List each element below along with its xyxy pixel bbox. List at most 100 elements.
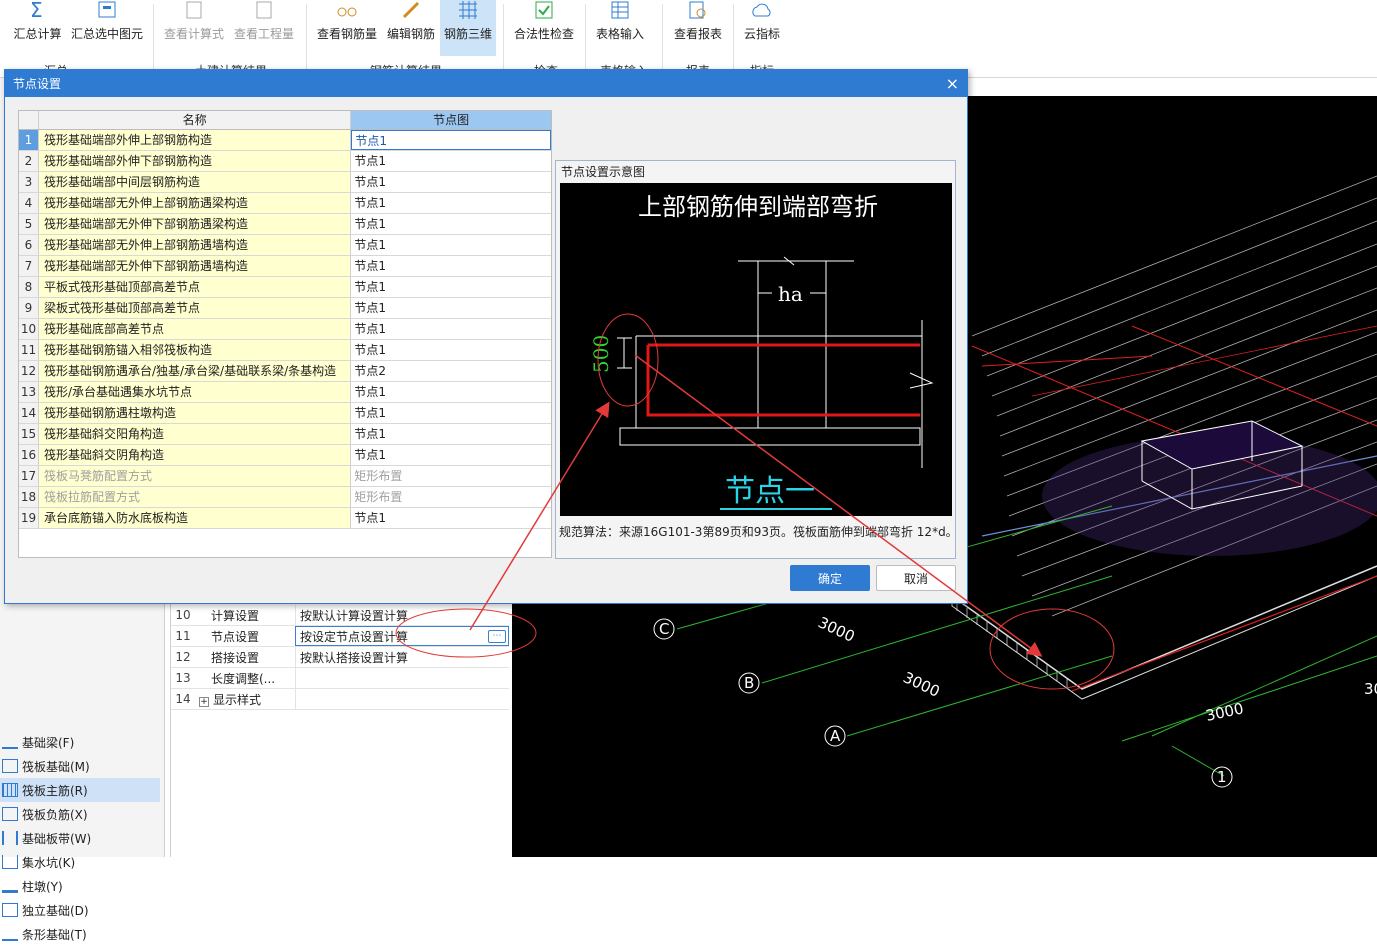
table-row[interactable]: 1 筏形基础端部外伸上部钢筋构造 节点1: [19, 130, 551, 151]
table-row[interactable]: 10 筏形基础底部高差节点 节点1: [19, 319, 551, 340]
row-node-value[interactable]: 节点1: [351, 256, 551, 276]
table-row[interactable]: 4 筏形基础端部无外伸上部钢筋遇梁构造 节点1: [19, 193, 551, 214]
negative-rebar-icon: [2, 807, 18, 821]
svg-text:A: A: [830, 727, 841, 745]
table-row[interactable]: 19 承台底筋锚入防水底板构造 节点1: [19, 508, 551, 529]
quantity-icon: [256, 1, 272, 19]
table-row[interactable]: 11 筏形基础钢筋锚入相邻筏板构造 节点1: [19, 340, 551, 361]
edit-rebar-button[interactable]: 编辑钢筋: [383, 0, 439, 56]
table-row[interactable]: 5 筏形基础端部无外伸下部钢筋遇梁构造 节点1: [19, 214, 551, 235]
row-number: 5: [19, 214, 39, 234]
table-row[interactable]: 6 筏形基础端部无外伸上部钢筋遇墙构造 节点1: [19, 235, 551, 256]
table-row[interactable]: 9 梁板式筏形基础顶部高差节点 节点1: [19, 298, 551, 319]
property-row-calc-setting[interactable]: 10 计算设置 按默认计算设置计算: [171, 605, 509, 626]
tree-item-column-pier[interactable]: 柱墩(Y): [0, 874, 160, 898]
more-options-button[interactable]: ⋯: [488, 629, 506, 643]
table-row[interactable]: 15 筏形基础斜交阳角构造 节点1: [19, 424, 551, 445]
table-row[interactable]: 12 筏形基础钢筋遇承台/独基/承台梁/基础联系梁/条基构造 节点2: [19, 361, 551, 382]
row-node-value[interactable]: 节点1: [351, 508, 551, 528]
table-header: 名称 节点图: [19, 111, 551, 130]
row-number: 3: [19, 172, 39, 192]
view-report-button[interactable]: 查看报表: [670, 0, 726, 56]
pencil-icon: [402, 1, 420, 19]
row-node-value[interactable]: 节点1: [351, 382, 551, 402]
tree-item-foundation-strip[interactable]: 基础板带(W): [0, 826, 160, 850]
row-node-value[interactable]: 节点1: [351, 130, 551, 150]
row-name: 筏形基础斜交阴角构造: [38, 445, 352, 465]
tree-item-sump-pit[interactable]: 集水坑(K): [0, 850, 160, 874]
row-node-value[interactable]: 节点1: [351, 424, 551, 444]
view-rebar-button[interactable]: 查看钢筋量: [313, 0, 381, 56]
row-number: 18: [19, 487, 39, 507]
row-name: 筏形基础端部无外伸下部钢筋遇梁构造: [38, 214, 352, 234]
cloud-index-button[interactable]: 云指标: [740, 0, 784, 56]
property-row-node-setting[interactable]: 11 节点设置 按设定节点设置计算 ⋯: [171, 626, 509, 647]
view-formula-button[interactable]: 查看计算式: [160, 0, 228, 56]
row-node-value[interactable]: 节点1: [351, 214, 551, 234]
rebar-3d-icon: [459, 1, 477, 19]
table-row[interactable]: 2 筏形基础端部外伸下部钢筋构造 节点1: [19, 151, 551, 172]
row-number: 2: [19, 151, 39, 171]
table-row[interactable]: 17 筏板马凳筋配置方式 矩形布置: [19, 466, 551, 487]
row-number: 11: [19, 340, 39, 360]
expand-icon[interactable]: +: [199, 696, 209, 707]
table-row[interactable]: 14 筏形基础钢筋遇柱墩构造 节点1: [19, 403, 551, 424]
row-node-value[interactable]: 节点1: [351, 172, 551, 192]
tree-item-isolated-foundation[interactable]: 独立基础(D): [0, 898, 160, 922]
row-node-value[interactable]: 节点1: [351, 193, 551, 213]
row-name: 筏形/承台基础遇集水坑节点: [38, 382, 352, 402]
table-row[interactable]: 8 平板式筏形基础顶部高差节点 节点1: [19, 277, 551, 298]
row-name: 承台底筋锚入防水底板构造: [38, 508, 352, 528]
table-row[interactable]: 16 筏形基础斜交阴角构造 节点1: [19, 445, 551, 466]
node-setting-value[interactable]: 按设定节点设置计算 ⋯: [295, 626, 509, 646]
row-node-value[interactable]: 节点1: [351, 445, 551, 465]
row-name: 筏形基础钢筋遇承台/独基/承台梁/基础联系梁/条基构造: [38, 361, 352, 381]
summary-calc-button[interactable]: Σ 汇总计算: [10, 0, 65, 56]
table-row[interactable]: 3 筏形基础端部中间层钢筋构造 节点1: [19, 172, 551, 193]
row-name: 平板式筏形基础顶部高差节点: [38, 277, 352, 297]
row-node-value[interactable]: 节点1: [351, 151, 551, 171]
node-diagram: 上部钢筋伸到端部弯折 ha 500 节点一: [589, 193, 934, 510]
component-tree: 基础梁(F) 筏板基础(M) 筏板主筋(R) 筏板负筋(X) 基础板带(W) 集…: [0, 730, 160, 946]
pier-icon: [2, 879, 18, 893]
summary-selected-button[interactable]: 汇总选中图元: [68, 0, 146, 56]
table-row[interactable]: 18 筏板拉筋配置方式 矩形布置: [19, 487, 551, 508]
row-node-value[interactable]: 节点2: [351, 361, 551, 381]
ok-button[interactable]: 确定: [790, 565, 870, 591]
row-name: 筏板拉筋配置方式: [38, 487, 352, 507]
tree-item-raft-foundation[interactable]: 筏板基础(M): [0, 754, 160, 778]
row-number: 9: [19, 298, 39, 318]
table-icon: [611, 1, 629, 19]
tree-item-raft-main-rebar[interactable]: 筏板主筋(R): [0, 778, 160, 802]
table-row[interactable]: 13 筏形/承台基础遇集水坑节点 节点1: [19, 382, 551, 403]
property-row-lap-setting[interactable]: 12 搭接设置 按默认搭接设置计算: [171, 647, 509, 668]
tree-item-strip-foundation[interactable]: 条形基础(T): [0, 922, 160, 946]
dialog-titlebar: 节点设置 ×: [5, 70, 967, 97]
svg-text:ha: ha: [778, 282, 803, 306]
property-row-length-adjust[interactable]: 13 长度调整(...: [171, 668, 509, 689]
svg-text:3000: 3000: [815, 613, 857, 645]
row-name: 筏板马凳筋配置方式: [38, 466, 352, 486]
row-node-value[interactable]: 节点1: [351, 235, 551, 255]
row-node-value[interactable]: 矩形布置: [351, 487, 551, 507]
cancel-button[interactable]: 取消: [876, 565, 956, 591]
row-number: 19: [19, 508, 39, 528]
svg-text:30: 30: [1364, 680, 1377, 698]
tree-item-foundation-beam[interactable]: 基础梁(F): [0, 730, 160, 754]
rebar-3d-button[interactable]: 钢筋三维: [440, 0, 496, 56]
close-icon[interactable]: ×: [946, 74, 959, 93]
tree-item-raft-negative-rebar[interactable]: 筏板负筋(X): [0, 802, 160, 826]
table-input-button[interactable]: 表格输入: [592, 0, 648, 56]
table-row[interactable]: 7 筏形基础端部无外伸下部钢筋遇墙构造 节点1: [19, 256, 551, 277]
report-icon: [689, 1, 706, 19]
row-node-value[interactable]: 节点1: [351, 298, 551, 318]
view-quantity-button[interactable]: 查看工程量: [230, 0, 298, 56]
validity-check-button[interactable]: 合法性检查: [510, 0, 578, 56]
row-node-value[interactable]: 节点1: [351, 277, 551, 297]
sigma-icon: Σ: [30, 0, 43, 20]
row-node-value[interactable]: 矩形布置: [351, 466, 551, 486]
row-node-value[interactable]: 节点1: [351, 340, 551, 360]
row-node-value[interactable]: 节点1: [351, 319, 551, 339]
row-node-value[interactable]: 节点1: [351, 403, 551, 423]
property-row-display-style[interactable]: 14 + 显示样式: [171, 689, 509, 710]
